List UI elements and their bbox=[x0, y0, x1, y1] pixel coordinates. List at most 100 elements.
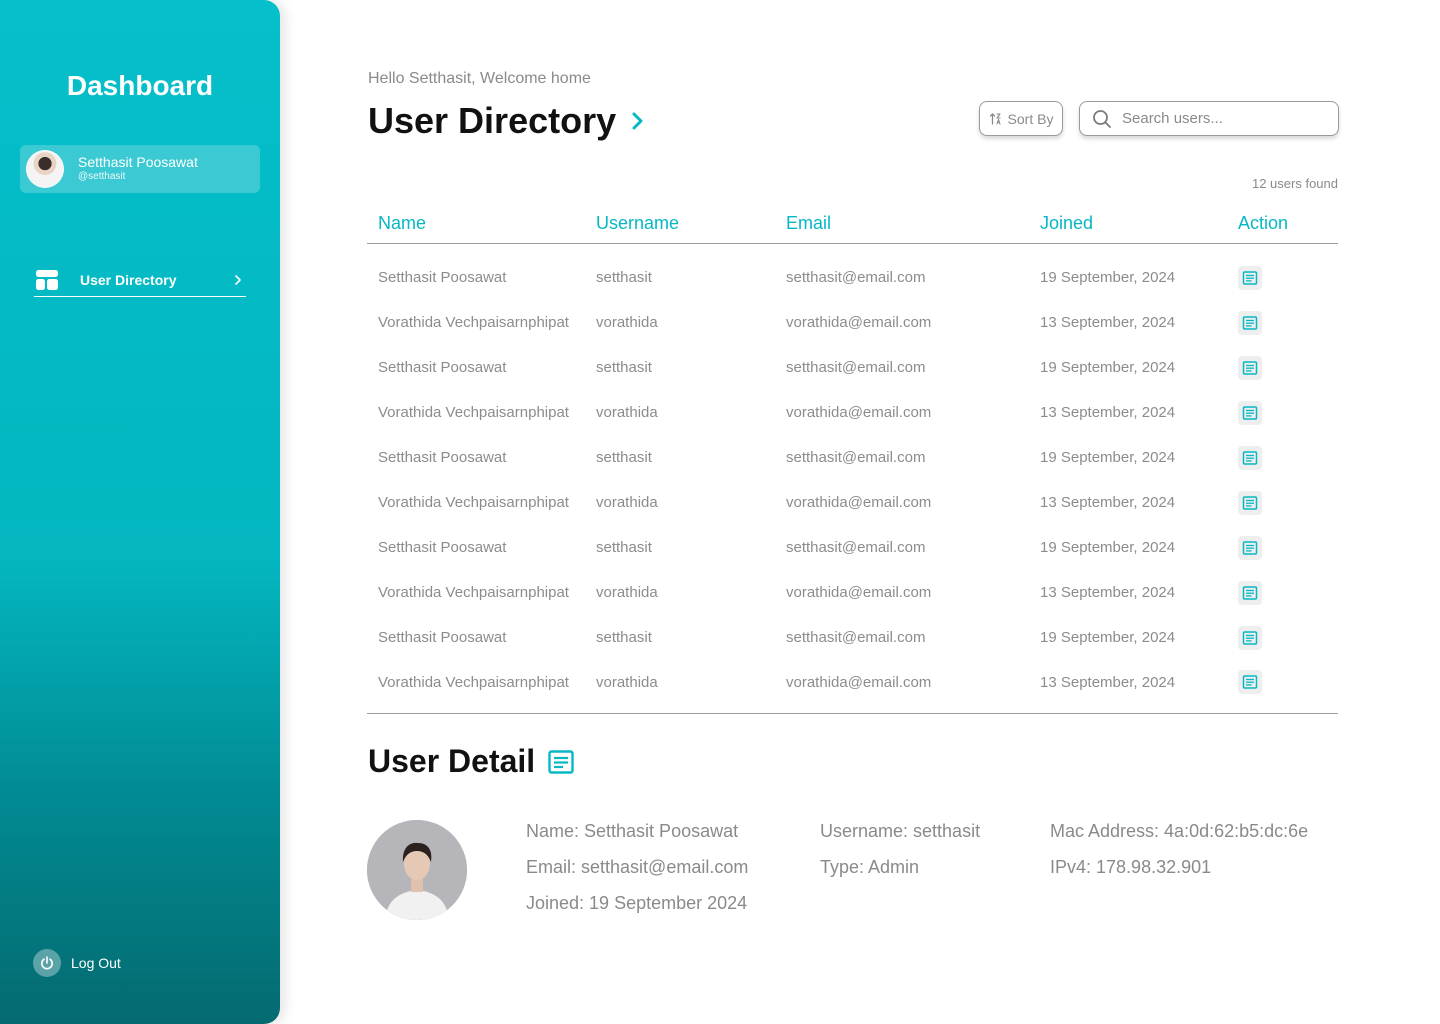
table-header-row: Name Username Email Joined Action bbox=[367, 205, 1338, 244]
table-row[interactable]: Vorathida Vechpaisarnphipat vorathida vora… bbox=[367, 300, 1338, 345]
page-title: User Directory bbox=[368, 100, 648, 142]
layout-icon bbox=[36, 270, 58, 290]
detail-icon bbox=[1242, 674, 1258, 690]
cell-joined: 19 September, 2024 bbox=[1040, 269, 1176, 287]
cell-email: vorathida@email.com bbox=[786, 314, 932, 331]
chevron-right-icon bbox=[235, 275, 241, 285]
view-detail-button[interactable] bbox=[1238, 625, 1262, 650]
power-icon bbox=[33, 949, 61, 977]
detail-icon bbox=[1242, 270, 1258, 286]
table-row[interactable]: Setthasit Poosawat setthasit setthasit@ema… bbox=[367, 435, 1338, 480]
sidebar: Dashboard Setthasit Poosawat @setthasit … bbox=[0, 0, 280, 1024]
cell-name: Vorathida Vechpaisarnphipat bbox=[378, 314, 569, 331]
view-detail-button[interactable] bbox=[1238, 670, 1262, 695]
detail-mac-address: Mac Address: 4a:0d:62:b5:dc:6e bbox=[1050, 821, 1309, 841]
app-root: Dashboard Setthasit Poosawat @setthasit … bbox=[0, 0, 1440, 1024]
detail-icon bbox=[548, 749, 574, 774]
table-row[interactable]: Setthasit Poosawat setthasit setthasit@ema… bbox=[367, 345, 1338, 390]
table-row[interactable]: Setthasit Poosawat setthasit setthasit@ema… bbox=[367, 615, 1338, 660]
cell-name: Setthasit Poosawat bbox=[378, 269, 507, 287]
detail-icon bbox=[1242, 495, 1258, 511]
cell-joined: 13 September, 2024 bbox=[1040, 673, 1176, 691]
cell-name: Vorathida Vechpaisarnphipat bbox=[378, 673, 569, 691]
cell-joined: 19 September, 2024 bbox=[1040, 629, 1176, 646]
column-header-joined[interactable]: Joined bbox=[1040, 205, 1238, 244]
column-header-email[interactable]: Email bbox=[786, 205, 1040, 244]
view-detail-button[interactable] bbox=[1238, 535, 1262, 560]
view-detail-button[interactable] bbox=[1238, 445, 1262, 470]
cell-name: Vorathida Vechpaisarnphipat bbox=[378, 584, 569, 601]
cell-joined: 13 September, 2024 bbox=[1040, 494, 1176, 511]
cell-joined: 13 September, 2024 bbox=[1040, 584, 1176, 601]
cell-name: Setthasit Poosawat bbox=[378, 539, 507, 556]
cell-username: setthasit bbox=[596, 539, 652, 556]
table-row[interactable]: Vorathida Vechpaisarnphipat vorathida vora… bbox=[367, 570, 1338, 615]
cell-email: vorathida@email.com bbox=[786, 494, 932, 511]
column-header-name[interactable]: Name bbox=[367, 205, 596, 244]
sidebar-item-user-directory[interactable]: User Directory bbox=[34, 264, 246, 297]
column-header-username[interactable]: Username bbox=[596, 205, 786, 244]
view-detail-button[interactable] bbox=[1238, 310, 1262, 335]
table-row[interactable]: Setthasit Poosawat setthasit setthasit@ema… bbox=[367, 525, 1338, 570]
detail-ipv4: IPv4: 178.98.32.901 bbox=[1050, 857, 1212, 877]
detail-icon bbox=[1242, 540, 1258, 556]
logout-button[interactable]: Log Out bbox=[33, 949, 121, 977]
cell-action bbox=[1238, 390, 1338, 435]
cell-name: Vorathida Vechpaisarnphipat bbox=[378, 494, 569, 511]
search-input[interactable] bbox=[1122, 110, 1322, 127]
detail-icon bbox=[1242, 405, 1258, 421]
chevron-right-icon bbox=[632, 112, 643, 130]
cell-email: vorathida@email.com bbox=[786, 673, 932, 691]
cell-name: Setthasit Poosawat bbox=[378, 449, 507, 466]
sort-button[interactable]: Sort By bbox=[979, 101, 1063, 136]
cell-action bbox=[1238, 345, 1338, 390]
cell-action bbox=[1238, 660, 1338, 713]
search-icon bbox=[1093, 109, 1111, 128]
cell-username: setthasit bbox=[596, 359, 652, 376]
user-avatar bbox=[367, 820, 467, 920]
detail-username: Username: setthasit bbox=[820, 821, 981, 841]
sort-label: Sort By bbox=[1007, 110, 1054, 127]
detail-email: Email: setthasit@email.com bbox=[526, 857, 749, 877]
view-detail-button[interactable] bbox=[1238, 580, 1262, 605]
cell-email: setthasit@email.com bbox=[786, 269, 926, 287]
cell-email: setthasit@email.com bbox=[786, 359, 926, 376]
detail-title: User Detail bbox=[368, 743, 575, 780]
table-row[interactable]: Setthasit Poosawat setthasit setthasit@ema… bbox=[367, 243, 1338, 300]
view-detail-button[interactable] bbox=[1238, 490, 1262, 515]
detail-type: Type: Admin bbox=[820, 857, 920, 877]
profile-name: Setthasit Poosawat bbox=[78, 154, 198, 170]
table-row[interactable]: Vorathida Vechpaisarnphipat vorathida vora… bbox=[367, 480, 1338, 525]
cell-action bbox=[1238, 435, 1338, 480]
profile-card[interactable]: Setthasit Poosawat @setthasit bbox=[20, 145, 260, 193]
table-row[interactable]: Vorathida Vechpaisarnphipat vorathida vora… bbox=[367, 660, 1338, 713]
logout-label: Log Out bbox=[71, 955, 121, 971]
detail-icon bbox=[1242, 585, 1258, 601]
cell-name: Setthasit Poosawat bbox=[378, 629, 507, 646]
view-detail-button[interactable] bbox=[1238, 265, 1262, 290]
cell-username: setthasit bbox=[596, 629, 652, 646]
cell-username: setthasit bbox=[596, 449, 652, 466]
avatar bbox=[26, 150, 64, 188]
view-detail-button[interactable] bbox=[1238, 355, 1262, 380]
cell-action bbox=[1238, 525, 1338, 570]
results-count: 12 users found bbox=[1251, 176, 1338, 191]
user-table: Name Username Email Joined Action Settha… bbox=[367, 205, 1338, 714]
search-box bbox=[1079, 101, 1339, 136]
page-title-text: User Directory bbox=[368, 100, 617, 141]
profile-text: Setthasit Poosawat @setthasit bbox=[78, 154, 198, 184]
detail-icon bbox=[1242, 450, 1258, 466]
detail-icon bbox=[1242, 630, 1258, 646]
sidebar-item-label: User Directory bbox=[80, 272, 177, 288]
table-row[interactable]: Vorathida Vechpaisarnphipat vorathida vora… bbox=[367, 390, 1338, 435]
cell-action bbox=[1238, 300, 1338, 345]
column-header-action: Action bbox=[1238, 205, 1338, 244]
cell-joined: 19 September, 2024 bbox=[1040, 449, 1176, 466]
cell-email: vorathida@email.com bbox=[786, 404, 932, 421]
cell-name: Setthasit Poosawat bbox=[378, 359, 507, 376]
cell-action bbox=[1238, 243, 1338, 300]
cell-username: setthasit bbox=[596, 269, 652, 287]
cell-email: setthasit@email.com bbox=[786, 539, 926, 556]
cell-email: setthasit@email.com bbox=[786, 449, 926, 466]
view-detail-button[interactable] bbox=[1238, 400, 1262, 425]
